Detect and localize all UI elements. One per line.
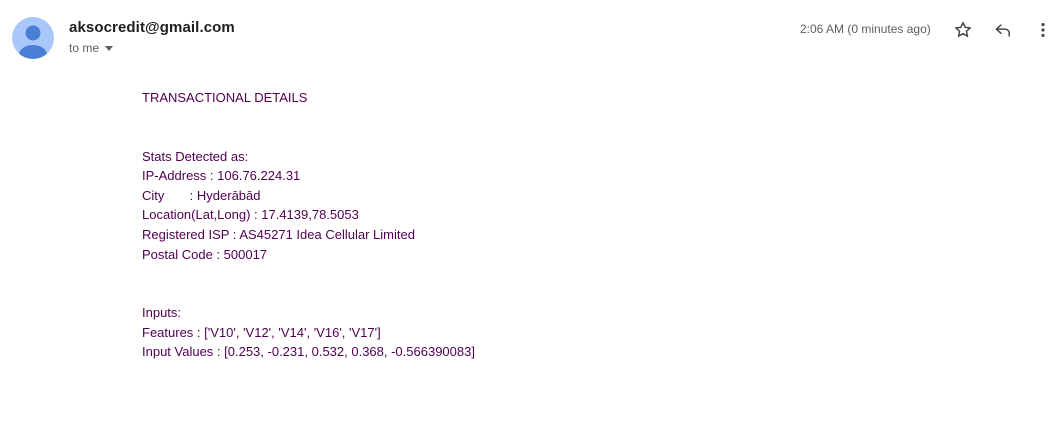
reply-icon xyxy=(995,24,1010,37)
star-button[interactable] xyxy=(951,18,975,42)
inputs-block: Inputs: Features : ['V10', 'V12', 'V14',… xyxy=(142,303,475,362)
reply-button[interactable] xyxy=(991,18,1015,42)
email-view: aksocredit@gmail.com to me 2:06 AM (0 mi… xyxy=(0,0,1056,433)
location-line: Location(Lat,Long) : 17.4139,78.5053 xyxy=(142,207,359,223)
timestamp: 2:06 AM (0 minutes ago) xyxy=(800,22,931,36)
ip-address-line: IP-Address : 106.76.224.31 xyxy=(142,168,301,184)
stats-heading: Stats Detected as: xyxy=(142,148,249,164)
stats-block: Stats Detected as: IP-Address : 106.76.2… xyxy=(142,147,475,265)
isp-line: Registered ISP : AS45271 Idea Cellular L… xyxy=(142,226,415,242)
email-body: TRANSACTIONAL DETAILS Stats Detected as:… xyxy=(142,88,475,362)
star-icon xyxy=(955,21,971,37)
postal-code-line: Postal Code : 500017 xyxy=(142,246,268,262)
recipient-label: to me xyxy=(69,41,100,55)
more-vert-icon xyxy=(1041,23,1045,37)
inputs-heading: Inputs: xyxy=(142,305,182,321)
input-values-line: Input Values : [0.253, -0.231, 0.532, 0.… xyxy=(142,344,475,360)
city-line: City : Hyderābād xyxy=(142,187,261,203)
features-line: Features : ['V10', 'V12', 'V14', 'V16', … xyxy=(142,324,381,340)
more-options-button[interactable] xyxy=(1031,18,1055,42)
body-title: TRANSACTIONAL DETAILS xyxy=(142,90,308,105)
person-icon xyxy=(19,25,47,59)
sender-email[interactable]: aksocredit@gmail.com xyxy=(69,19,235,36)
avatar[interactable] xyxy=(12,17,54,59)
recipient-details-toggle[interactable]: to me xyxy=(69,41,114,55)
chevron-down-icon[interactable] xyxy=(105,45,114,51)
